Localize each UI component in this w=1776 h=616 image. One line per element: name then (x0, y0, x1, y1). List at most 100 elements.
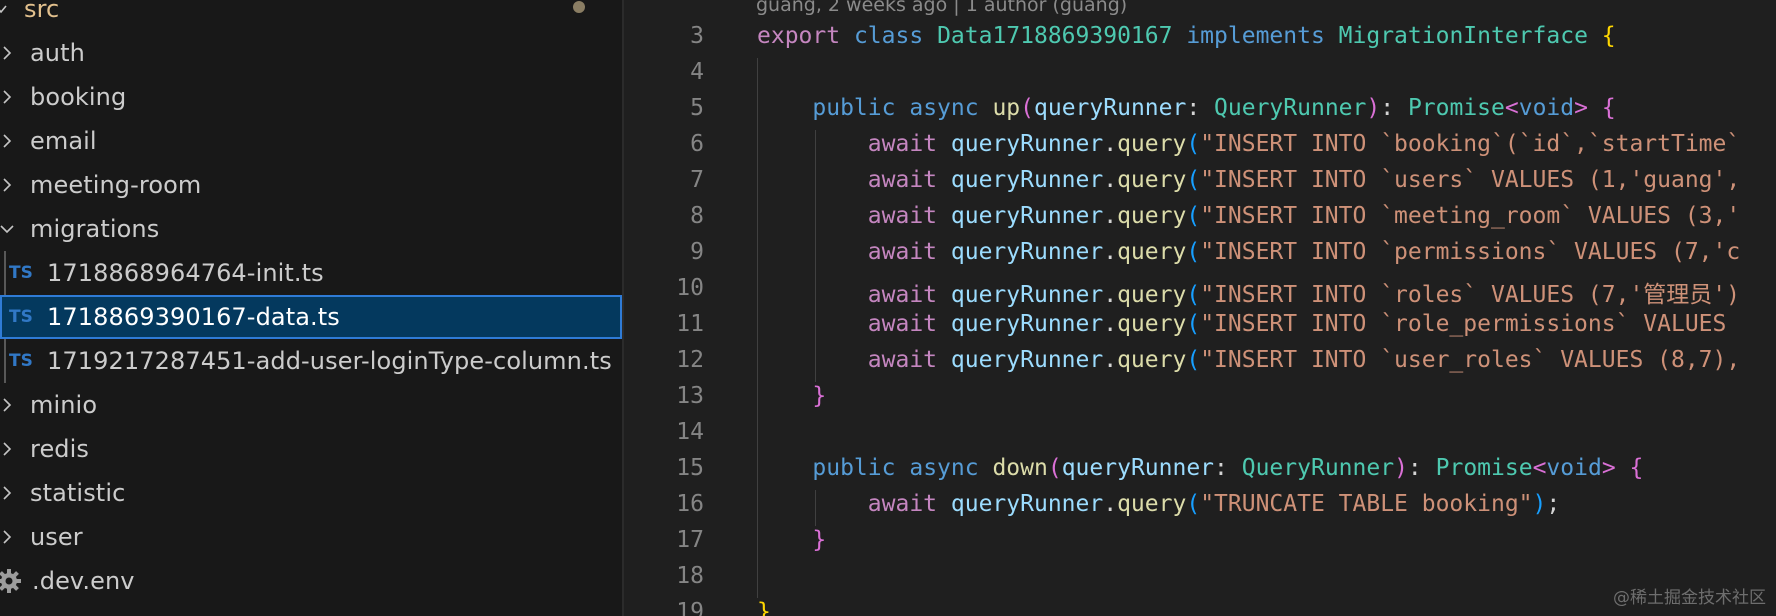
token-variable: queryRunner (950, 167, 1104, 193)
token-method: query (1117, 167, 1187, 193)
tree-item-src[interactable]: src (0, 0, 622, 31)
tree-item-label: user (30, 523, 83, 551)
tree-item-migrations[interactable]: migrations (0, 207, 622, 251)
token-punct: . (1103, 491, 1118, 517)
line-number: 17 (676, 527, 704, 553)
tree-item-booking[interactable]: booking (0, 75, 622, 119)
token-param: queryRunner (1061, 455, 1215, 481)
code-line: await queryRunner.query("TRUNCATE TABLE … (757, 491, 1560, 517)
chevron-right-icon (0, 530, 14, 544)
token-string: "INSERT INTO `roles` VALUES (7,'管理员') (1200, 282, 1740, 308)
tree-item-dev-env[interactable]: .dev.env (0, 559, 622, 603)
token-keyword: await (867, 239, 938, 265)
token-method: query (1117, 131, 1187, 157)
line-number: 14 (676, 419, 704, 445)
chevron-right-icon (0, 398, 14, 412)
token-keyword: await (867, 167, 938, 193)
code-line: await queryRunner.query("INSERT INTO `bo… (757, 131, 1740, 157)
token-string: "TRUNCATE TABLE booking" (1200, 491, 1533, 517)
chevron-right-icon (0, 178, 14, 192)
token-paren: ( (1186, 282, 1201, 308)
tree-item-data-ts[interactable]: TS 1718869390167-data.ts (0, 295, 622, 339)
token-paren: ( (1186, 347, 1201, 373)
code-editor[interactable]: guang, 2 weeks ago | 1 author (guang) 3 … (624, 0, 1776, 616)
token-method: query (1117, 282, 1187, 308)
tree-item-add-user-logintype-column-ts[interactable]: TS 1719217287451-add-user-loginType-colu… (0, 339, 622, 383)
code-line: await queryRunner.query("INSERT INTO `ro… (757, 275, 1740, 309)
code-line: public async up(queryRunner: QueryRunner… (757, 95, 1615, 121)
chevron-right-icon (0, 486, 14, 500)
vscode-window: src auth booking email meeting-room migr… (0, 0, 1776, 616)
line-number: 10 (676, 275, 704, 301)
token-variable: queryRunner (950, 491, 1104, 517)
code-line: export class Data1718869390167 implement… (757, 23, 1616, 49)
token-paren: ( (1020, 95, 1035, 121)
token-brace: } (812, 383, 827, 409)
token-brace: } (757, 599, 771, 616)
tree-item-label: 1718869390167-data.ts (47, 303, 340, 331)
code-line: public async down(queryRunner: QueryRunn… (757, 455, 1643, 481)
line-number: 12 (676, 347, 704, 373)
token-interface: MigrationInterface (1338, 23, 1588, 49)
code-line: } (757, 383, 826, 409)
token-keyword: void (1518, 95, 1575, 121)
token-paren: ) (1366, 95, 1381, 121)
git-blame-codelens[interactable]: guang, 2 weeks ago | 1 author (guang) (756, 0, 1127, 16)
token-keyword: await (867, 311, 938, 337)
tree-item-label: 1719217287451-add-user-loginType-column.… (47, 347, 612, 375)
token-punct: . (1103, 347, 1118, 373)
tree-item-label: redis (30, 435, 90, 463)
line-number: 11 (676, 311, 704, 337)
chevron-right-icon (0, 134, 14, 148)
token-paren: ( (1186, 167, 1201, 193)
token-variable: queryRunner (950, 311, 1104, 337)
token-method: query (1117, 491, 1187, 517)
token-string: "INSERT INTO `user_roles` VALUES (8,7), (1200, 347, 1741, 373)
token-punct: . (1103, 311, 1118, 337)
line-number: 9 (690, 239, 704, 265)
tree-item-user[interactable]: user (0, 515, 622, 559)
token-type: Promise (1435, 455, 1533, 481)
token-punct: : (1214, 455, 1242, 481)
chevron-right-icon (0, 90, 14, 104)
token-brace: } (812, 527, 827, 553)
token-keyword: await (867, 491, 938, 517)
tree-item-label: email (30, 127, 97, 155)
token-type: QueryRunner (1214, 95, 1367, 121)
token-keyword: export (757, 23, 841, 49)
token-variable: queryRunner (950, 347, 1104, 373)
token-paren: ( (1186, 203, 1201, 229)
token-brace: { (1629, 455, 1644, 481)
token-paren: ( (1186, 239, 1201, 265)
tree-item-statistic[interactable]: statistic (0, 471, 622, 515)
token-string: "INSERT INTO `role_permissions` VALUES (1200, 311, 1727, 337)
token-paren: ) (1532, 491, 1547, 517)
token-punct: . (1103, 203, 1118, 229)
token-keyword: implements (1186, 23, 1325, 49)
tree-item-meeting-room[interactable]: meeting-room (0, 163, 622, 207)
modified-dot-icon (573, 1, 585, 13)
line-number: 7 (690, 167, 704, 193)
chevron-down-icon (0, 2, 8, 16)
tree-item-minio[interactable]: minio (0, 383, 622, 427)
token-angle: > (1601, 455, 1616, 481)
token-keyword: await (867, 282, 938, 308)
tree-item-redis[interactable]: redis (0, 427, 622, 471)
tree-item-label: booking (30, 83, 127, 111)
code-line: await queryRunner.query("INSERT INTO `me… (757, 203, 1740, 229)
tree-item-init-ts[interactable]: TS 1718868964764-init.ts (0, 251, 622, 295)
token-keyword: await (867, 203, 938, 229)
line-number: 19 (676, 599, 704, 616)
code-line: } (757, 599, 771, 616)
token-class-name: Data1718869390167 (937, 23, 1173, 49)
tree-item-auth[interactable]: auth (0, 31, 622, 75)
token-paren: ) (1394, 455, 1408, 481)
token-keyword: public (812, 455, 896, 481)
token-paren: ( (1186, 131, 1201, 157)
token-variable: queryRunner (950, 239, 1104, 265)
tree-item-email[interactable]: email (0, 119, 622, 163)
token-string: "INSERT INTO `meeting_room` VALUES (3,' (1200, 203, 1741, 229)
token-punct: ; (1546, 491, 1561, 517)
token-keyword: await (867, 347, 938, 373)
token-keyword: await (867, 131, 938, 157)
